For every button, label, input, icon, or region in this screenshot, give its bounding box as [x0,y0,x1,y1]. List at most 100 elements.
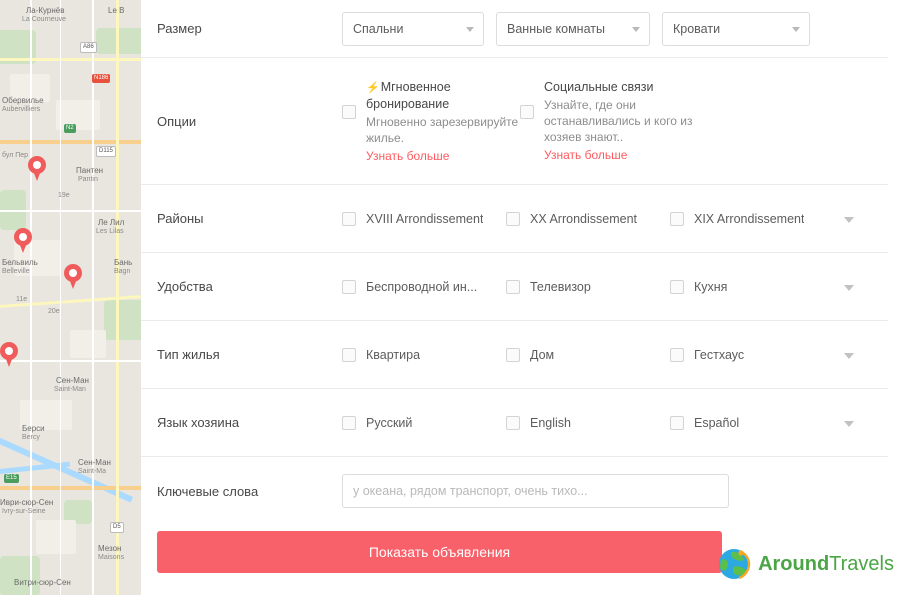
learn-more-link-instant[interactable]: Узнать больше [366,148,520,164]
checkbox-item-amenity-3[interactable]: Кухня [670,279,850,294]
map-pin-icon[interactable] [0,342,18,368]
map-label: Ivry-sur-Seine [2,508,46,515]
checkbox-item-language-3[interactable]: Español [670,415,850,430]
checkbox-item-language-2[interactable]: English [506,415,670,430]
checkbox-language-1[interactable] [342,415,356,430]
map-label: 19e [58,192,70,199]
map-park [104,300,141,340]
checkbox-label-language-1: Русский [366,415,413,430]
bolt-icon: ⚡ [366,81,380,94]
map-route-shield: N2 [64,124,76,133]
map-label: Ле Лил [98,218,125,227]
map-block [36,520,76,554]
map-route-shield: A86 [80,42,97,53]
filter-label-size: Размер [157,21,202,36]
checkbox-amenity-3[interactable] [670,279,684,294]
checkbox-item-amenity-1[interactable]: Беспроводной ин... [342,279,506,294]
expand-housing-type-icon[interactable] [844,352,854,359]
map-pin-icon[interactable] [28,156,46,182]
option-instant-booking[interactable]: ⚡Мгновенное бронирование Мгновенно зарез… [342,79,520,164]
filter-label-options: Опции [157,113,197,129]
checkbox-label-language-3: Español [694,415,740,430]
amenities-fields: Беспроводной ин... Телевизор Кухня [342,279,872,294]
checkbox-item-district-2[interactable]: XX Arrondissement [506,211,670,226]
checkbox-item-amenity-2[interactable]: Телевизор [506,279,670,294]
checkbox-housing-1[interactable] [342,347,356,362]
checkbox-district-1[interactable] [342,211,356,226]
checkbox-label-amenity-1: Беспроводной ин... [366,279,478,294]
checkbox-item-housing-1[interactable]: Квартира [342,347,506,362]
keywords-input[interactable] [342,474,729,508]
expand-host-language-icon[interactable] [844,420,854,427]
map-label: Aubervilliers [2,106,41,113]
checkbox-label-language-2: English [530,415,571,430]
filter-label-keywords: Ключевые слова [157,483,259,499]
checkbox-item-language-1[interactable]: Русский [342,415,506,430]
checkbox-item-district-1[interactable]: XVIII Arrondissement [342,211,506,226]
option-social-connections-desc: Узнайте, где они останавливались и кого … [544,98,693,144]
filter-row-housing-type: Тип жилья Квартира Дом Гестхаус [141,321,888,389]
aroundtravels-logo: AroundTravels [717,547,894,581]
map-pin-icon[interactable] [14,228,32,254]
checkbox-item-district-3[interactable]: XIX Arrondissement [670,211,850,226]
chevron-down-icon [632,26,640,32]
page-root: Ла-Курнёв La Courneuve Le B Обервилье Auberv… [0,0,904,595]
map-label: Ла-Курнёв [26,6,65,15]
checkbox-label-district-1: XVIII Arrondissement [366,211,484,226]
select-beds-value: Кровати [673,21,721,36]
map-label: 20e [48,308,60,315]
logo-wordmark: AroundTravels [758,553,894,576]
option-social-connections[interactable]: Социальные связи Узнайте, где они остана… [520,79,695,163]
select-bedrooms-value: Спальни [353,21,404,36]
housing-type-fields: Квартира Дом Гестхаус [342,347,872,362]
checkbox-instant-booking[interactable] [342,104,356,119]
checkbox-housing-3[interactable] [670,347,684,362]
checkbox-label-amenity-2: Телевизор [530,279,591,294]
map-road [92,0,94,595]
filters-panel: Размер Спальни Ванные комнаты Кровати Оп… [141,0,904,595]
chevron-down-icon [466,26,474,32]
expand-amenities-icon[interactable] [844,284,854,291]
option-social-connections-text: Социальные связи Узнайте, где они остана… [544,79,695,163]
checkbox-label-district-2: XX Arrondissement [530,211,637,226]
expand-districts-icon[interactable] [844,216,854,223]
show-listings-button[interactable]: Показать объявления [157,531,722,573]
map-label: Бань [114,258,133,267]
select-bathrooms[interactable]: Ванные комнаты [496,11,650,46]
select-bedrooms[interactable]: Спальни [342,11,484,46]
checkbox-amenity-2[interactable] [506,279,520,294]
logo-word-travels: Travels [829,552,894,575]
map-panel[interactable]: Ла-Курнёв La Courneuve Le B Обервилье Auberv… [0,0,141,595]
map-route-shield: D5 [110,522,124,533]
map-route-shield: D115 [96,146,116,157]
filter-row-districts: Районы XVIII Arrondissement XX Arrondiss… [141,185,888,253]
map-label: бул Пер [2,152,29,159]
checkbox-district-3[interactable] [670,211,684,226]
map-label: Витри-сюр-Сен [14,578,71,587]
checkbox-district-2[interactable] [506,211,520,226]
filter-label-amenities: Удобства [157,279,213,294]
checkbox-label-housing-3: Гестхаус [694,347,745,362]
map-road [0,360,141,362]
map-pin-icon[interactable] [64,264,82,290]
map-label: Иври-сюр-Сен [0,498,54,507]
checkbox-social-connections[interactable] [520,105,534,119]
checkbox-housing-2[interactable] [506,347,520,362]
map-road [0,210,141,212]
select-beds[interactable]: Кровати [662,11,810,46]
checkbox-amenity-1[interactable] [342,279,356,294]
filter-label-host-language: Язык хозяина [157,415,240,430]
option-instant-booking-title: ⚡Мгновенное бронирование [366,79,520,112]
checkbox-language-2[interactable] [506,415,520,430]
checkbox-item-housing-2[interactable]: Дом [506,347,670,362]
map-label: 11e [16,296,28,303]
options-fields: ⚡Мгновенное бронирование Мгновенно зарез… [342,79,872,164]
map-label: Belleville [2,268,30,275]
checkbox-language-3[interactable] [670,415,684,430]
map-label: Бельвиль [2,258,38,267]
filter-row-host-language: Язык хозяина Русский English Español [141,389,888,457]
map-route-shield: N186 [92,74,111,83]
learn-more-link-social[interactable]: Узнать больше [544,147,695,163]
checkbox-item-housing-3[interactable]: Гестхаус [670,347,850,362]
map-label: Saint-Man [54,386,86,393]
